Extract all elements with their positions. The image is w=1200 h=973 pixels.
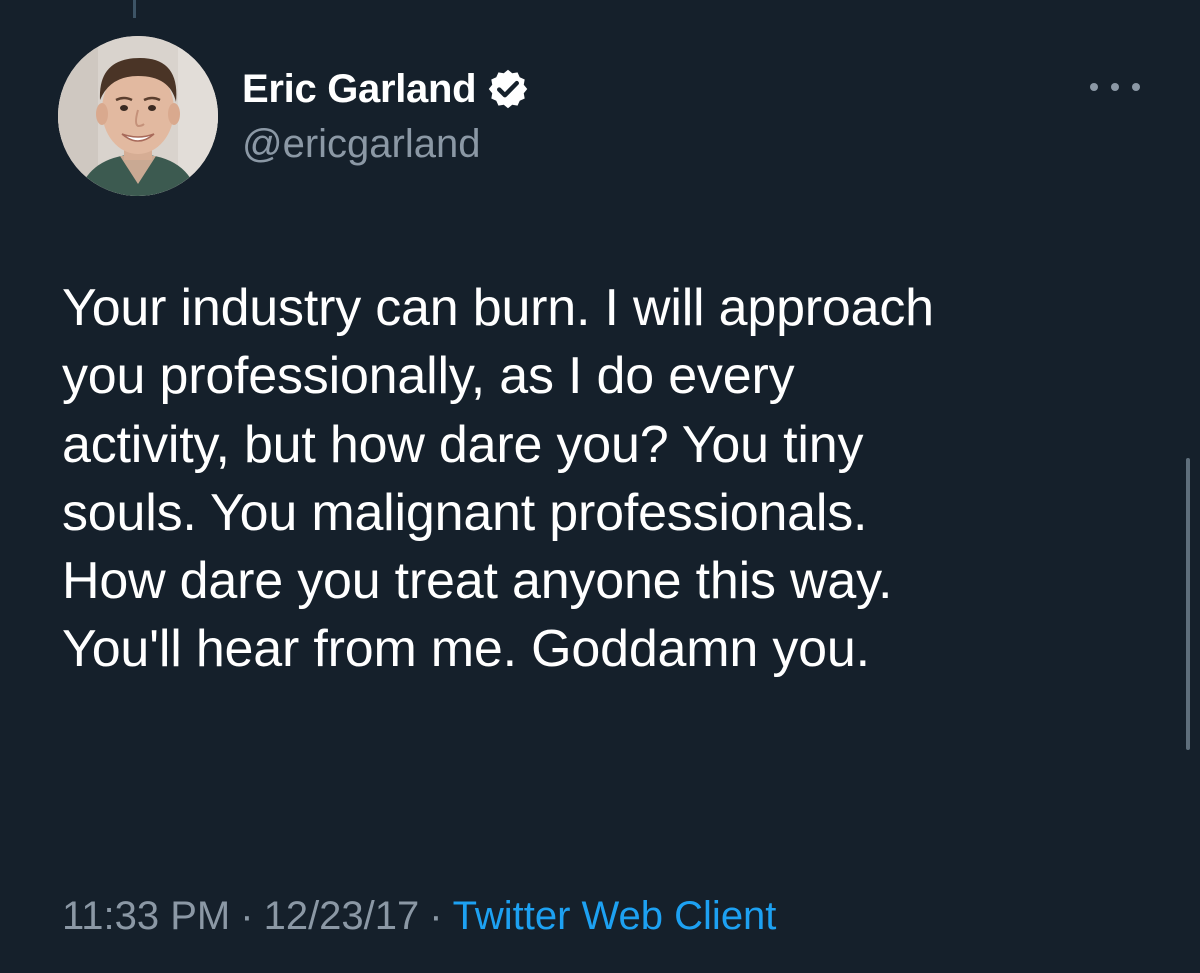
separator-dot: · — [429, 894, 443, 938]
tweet-text-line: you professionally, as I do every — [62, 347, 795, 406]
tweet-metadata: 11:33 PM · 12/23/17 · Twitter Web Client — [62, 894, 776, 939]
tweet-text: Your industry can burn. I will approach … — [62, 274, 1162, 684]
more-dot — [1132, 83, 1140, 91]
tweet-text-line: How dare you treat anyone this way. — [62, 552, 893, 611]
tweet-source-link[interactable]: Twitter Web Client — [453, 894, 777, 938]
verified-badge-icon — [489, 69, 528, 109]
author-handle[interactable]: @ericgarland — [242, 122, 481, 167]
tweet-text-line: souls. You malignant professionals. — [62, 483, 868, 542]
author-name-row[interactable]: Eric Garland — [242, 62, 530, 116]
thread-connector-line — [133, 0, 136, 18]
tweet-text-line: You'll hear from me. Goddamn you. — [62, 620, 870, 679]
more-dot — [1090, 83, 1098, 91]
scrollbar[interactable] — [1186, 458, 1190, 750]
more-options-icon[interactable] — [1090, 72, 1140, 102]
tweet-text-line: activity, but how dare you? You tiny — [62, 415, 864, 474]
separator-dot: · — [240, 894, 254, 938]
avatar-photo-icon — [58, 36, 218, 196]
avatar[interactable] — [58, 36, 218, 196]
tweet-text-line: Your industry can burn. I will approach — [62, 279, 934, 337]
author-display-name[interactable]: Eric Garland — [242, 67, 477, 112]
tweet-date[interactable]: 12/23/17 — [264, 894, 420, 938]
tweet-time[interactable]: 11:33 PM — [62, 894, 230, 938]
more-dot — [1111, 83, 1119, 91]
